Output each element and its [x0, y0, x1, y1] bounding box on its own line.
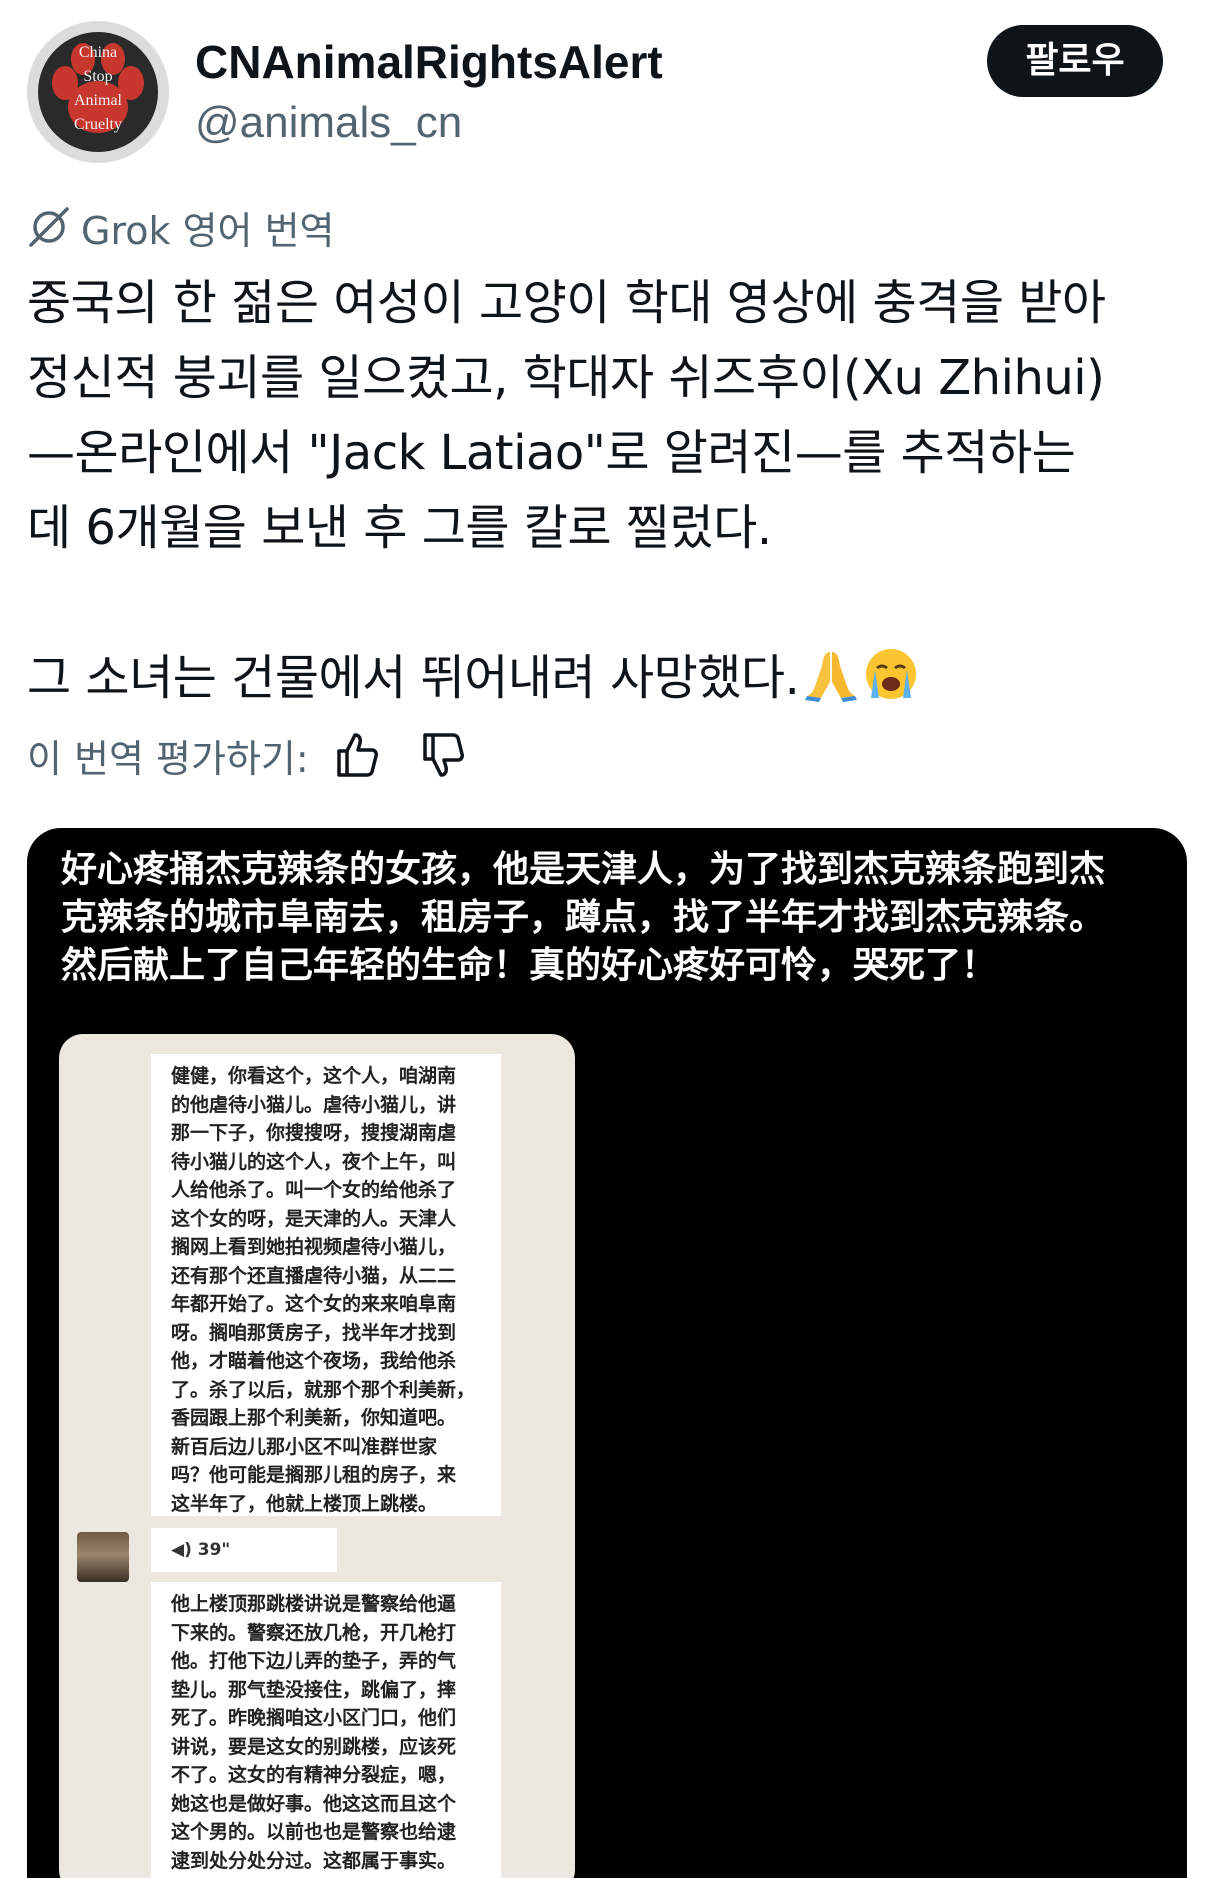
voice-icon: ◀): [171, 1540, 192, 1560]
post-header: China Stop Animal Cruelty CNAnimalRights…: [0, 0, 1206, 180]
avatar-text-1: China: [79, 44, 117, 61]
chat-line: 下来的。警察还放几枪，开几枪打: [171, 1621, 457, 1644]
post-second-paragraph: 그 소녀는 건물에서 뛰어내려 사망했다.: [27, 641, 1187, 716]
thumbs-up-icon[interactable]: [331, 729, 383, 781]
post-line-1: 중국의 한 젊은 여성이 고양이 학대 영상에 충격을 받아: [27, 275, 1106, 331]
chat-line: 他。打他下边儿弄的垫子，弄的气: [171, 1650, 457, 1672]
chat-line: 这半年了，他就上楼顶上跳楼。: [171, 1492, 438, 1515]
chat-line: 待小猫儿的这个人，夜个上午，叫: [171, 1150, 457, 1173]
chat-line: 新百后边儿那小区不叫准群世家: [171, 1435, 438, 1458]
post-line-3: —온라인에서 "Jack Latiao"로 알려진—를 추적하는: [27, 425, 1076, 481]
chat-avatar: [77, 1532, 129, 1582]
avatar[interactable]: China Stop Animal Cruelty: [27, 21, 169, 163]
folded-hands-emoji: [805, 652, 858, 702]
translation-text: Grok 영어 번역: [81, 208, 335, 253]
chat-line: 那一下子，你搜搜呀，搜搜湖南虐: [171, 1122, 457, 1144]
chat-line: 这个男的。以前也也是警察也给逮: [171, 1821, 457, 1843]
chat-line: 她这也是做好事。他这这而且这个: [171, 1792, 457, 1815]
avatar-text-2: Stop: [83, 68, 112, 85]
rate-translation-label: 이 번역 평가하기:: [27, 736, 309, 781]
voice-duration: 39": [197, 1540, 231, 1560]
post-body: 중국의 한 젊은 여성이 고양이 학대 영상에 충격을 받아 정신적 붕괴를 일…: [27, 266, 1187, 716]
media-caption-line-2: 克辣条的城市阜南去，租房子，蹲点，找了半年才找到杰克辣条。: [61, 897, 1106, 938]
chat-line: 人给他杀了。叫一个女的给他杀了: [171, 1179, 457, 1201]
chat-line: 年都开始了。这个女的来来咱阜南: [171, 1293, 457, 1315]
post-line-4: 데 6개월을 보낸 후 그를 칼로 찔렀다.: [27, 500, 772, 556]
post-media-image[interactable]: 好心疼捅杰克辣条的女孩，他是天津人，为了找到杰克辣条跑到杰 克辣条的城市阜南去，…: [27, 828, 1187, 1878]
chat-message-1: 健健，你看这个，这个人，咱湖南 的他虐待小猫儿。虐待小猫儿，讲 那一下子，你搜搜…: [151, 1054, 501, 1516]
post-second-paragraph-text: 그 소녀는 건물에서 뛰어내려 사망했다.: [27, 650, 800, 706]
media-caption-line-1: 好心疼捅杰克辣条的女孩，他是天津人，为了找到杰克辣条跑到杰: [61, 849, 1106, 890]
chat-line: 这个女的呀，是天津的人。天津人: [171, 1207, 457, 1230]
rate-translation: 이 번역 평가하기:: [27, 722, 469, 788]
chat-line: 他，才瞄着他这个夜场，我给他杀: [171, 1350, 457, 1372]
avatar-text-4: Cruelty: [74, 116, 122, 133]
grok-icon: [29, 207, 69, 247]
thumbs-down-icon[interactable]: [417, 729, 469, 781]
avatar-logo: China Stop Animal Cruelty: [27, 21, 169, 163]
chat-line: 不了。这女的有精神分裂症，嗯，: [171, 1764, 457, 1786]
chat-line: 的他虐待小猫儿。虐待小猫儿，讲: [171, 1093, 457, 1116]
media-caption: 好心疼捅杰克辣条的女孩，他是天津人，为了找到杰克辣条跑到杰 克辣条的城市阜南去，…: [61, 846, 1171, 990]
avatar-text-3: Animal: [74, 92, 123, 109]
chat-line: 搁网上看到她拍视频虐待小猫儿，: [171, 1236, 457, 1258]
post-line-2: 정신적 붕괴를 일으켰고, 학대자 쉬즈후이(Xu Zhihui): [27, 350, 1105, 406]
chat-line: 香园跟上那个利美新，你知道吧。: [171, 1407, 457, 1429]
media-caption-line-3: 然后献上了自己年轻的生命！真的好心疼好可怜，哭死了！: [61, 945, 998, 986]
chat-line: 吗？他可能是搁那儿租的房子，来: [171, 1464, 457, 1486]
chat-line: 健健，你看这个，这个人，咱湖南: [171, 1065, 457, 1087]
chat-line: 讲说，要是这女的别跳楼，应该死: [171, 1735, 457, 1758]
chat-line: 逮到处分处分过。这都属于事实。: [171, 1849, 457, 1872]
voice-message: ◀) 39": [151, 1528, 337, 1572]
grok-translation-label[interactable]: Grok 영어 번역: [27, 200, 335, 254]
chat-line: 还有那个还直播虐待小猫，从二二: [171, 1264, 457, 1287]
loudly-crying-face-emoji: [866, 649, 917, 699]
user-handle[interactable]: @animals_cn: [195, 96, 462, 150]
chat-line: 死了。昨晚搁咱这小区门口，他们: [171, 1707, 457, 1729]
chat-screenshot: 健健，你看这个，这个人，咱湖南 的他虐待小猫儿。虐待小猫儿，讲 那一下子，你搜搜…: [59, 1034, 575, 1878]
chat-line: 了。杀了以后，就那个那个利美新，: [171, 1378, 476, 1401]
chat-line: 他上楼顶那跳楼讲说是警察给他逼: [171, 1593, 457, 1615]
follow-button[interactable]: 팔로우: [987, 25, 1163, 97]
chat-line: 呀。搁咱那赁房子，找半年才找到: [171, 1321, 457, 1344]
display-name[interactable]: CNAnimalRightsAlert: [195, 34, 663, 90]
chat-message-2: 他上楼顶那跳楼讲说是警察给他逼 下来的。警察还放几枪，开几枪打 他。打他下边儿弄…: [151, 1582, 501, 1878]
chat-line: 垫儿。那气垫没接住，跳偏了，摔: [171, 1678, 457, 1701]
